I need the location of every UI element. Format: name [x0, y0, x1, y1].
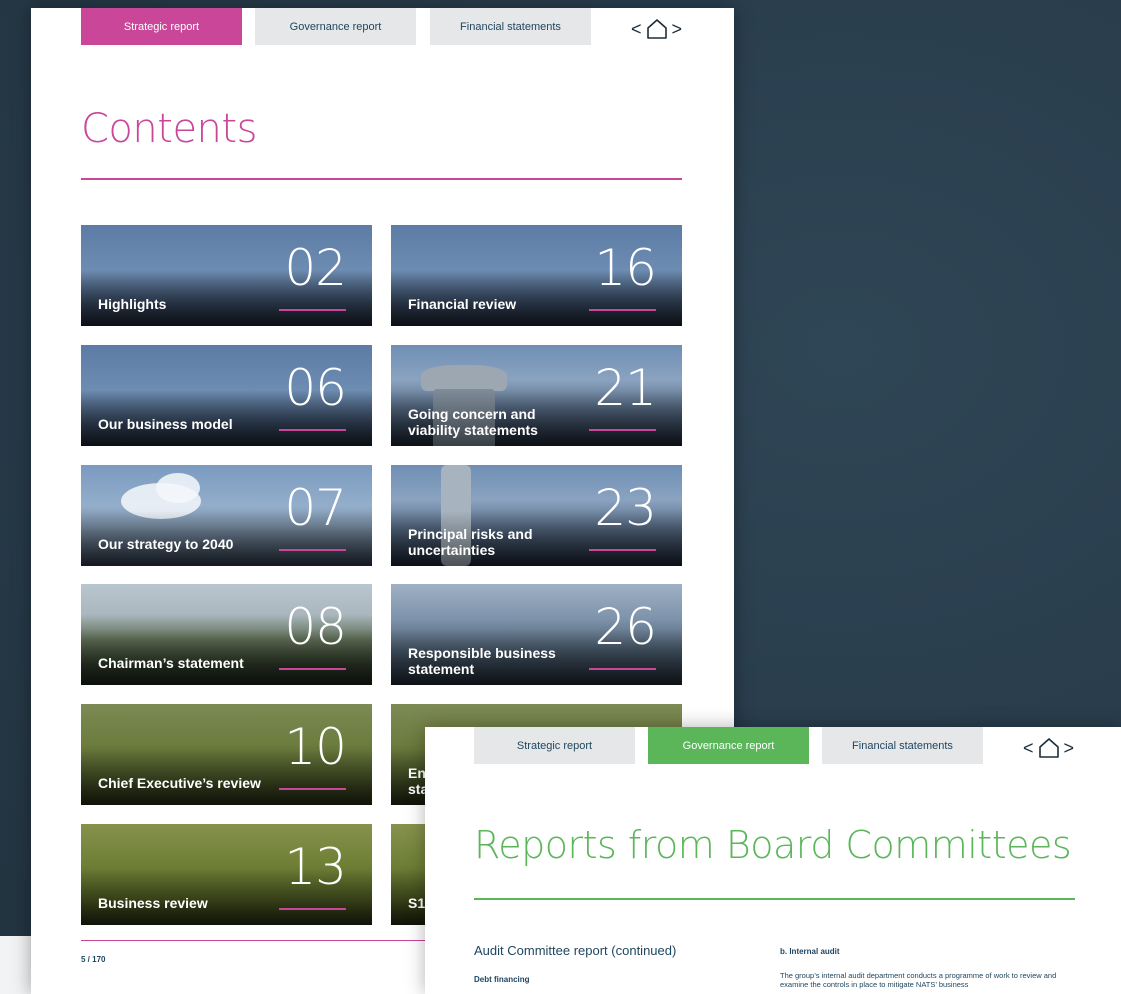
tile-number-underline — [279, 908, 346, 910]
next-page-button[interactable]: > — [1064, 739, 1075, 757]
tile-number-underline — [279, 668, 346, 670]
tile-number-underline — [589, 429, 656, 431]
contents-tile-highlights[interactable]: 02 Highlights — [81, 225, 372, 326]
tile-number-underline — [279, 309, 346, 311]
contents-tile-business-review[interactable]: 13 Business review — [81, 824, 372, 925]
tile-page-number: 07 — [284, 479, 347, 537]
contents-tile-responsible-business[interactable]: 26 Responsible business statement — [391, 584, 682, 685]
right-column-heading: b. Internal audit — [780, 947, 840, 956]
page-nav: < > — [1023, 737, 1074, 759]
contents-tile-principal-risks[interactable]: 23 Principal risks and uncertainties — [391, 465, 682, 566]
contents-tile-strategy[interactable]: 07 Our strategy to 2040 — [81, 465, 372, 566]
contents-tile-business-model[interactable]: 06 Our business model — [81, 345, 372, 446]
tile-label: Principal risks and uncertainties — [408, 526, 533, 558]
subheading: Debt financing — [474, 975, 530, 984]
contents-tile-going-concern[interactable]: 21 Going concern and viability statement… — [391, 345, 682, 446]
home-icon[interactable] — [1037, 737, 1061, 759]
tab-governance-report[interactable]: Governance report — [648, 727, 809, 764]
tile-page-number: 23 — [594, 479, 657, 537]
tile-page-number: 26 — [594, 598, 657, 656]
tile-label: Chief Executive’s review — [98, 774, 261, 791]
tile-label: Our strategy to 2040 — [98, 535, 234, 552]
tile-label: Responsible business statement — [408, 645, 556, 677]
tile-page-number: 02 — [284, 239, 347, 297]
tile-page-number: 06 — [284, 359, 347, 417]
tile-label: Financial review — [408, 295, 517, 312]
title-divider — [474, 898, 1075, 900]
tile-label: Chairman’s statement — [98, 654, 244, 671]
tile-page-number: 10 — [284, 718, 347, 776]
prev-page-button[interactable]: < — [1023, 739, 1034, 757]
tile-number-underline — [589, 668, 656, 670]
title-divider — [81, 178, 682, 180]
tile-page-number: 21 — [594, 359, 657, 417]
tile-page-number: 13 — [284, 838, 347, 896]
tile-number-underline — [589, 549, 656, 551]
section-heading: Audit Committee report (continued) — [474, 943, 677, 958]
home-icon[interactable] — [645, 18, 669, 40]
tab-governance-report[interactable]: Governance report — [255, 8, 416, 45]
tab-financial-statements[interactable]: Financial statements — [430, 8, 591, 45]
tile-page-number: 16 — [594, 239, 657, 297]
page-nav: < > — [631, 18, 682, 40]
tile-number-underline — [589, 309, 656, 311]
tile-label: Our business model — [98, 415, 233, 432]
tile-number-underline — [279, 549, 346, 551]
tile-page-number: 08 — [284, 598, 347, 656]
tile-label: S1 — [408, 894, 426, 911]
page-title: Reports from Board Committees — [474, 823, 1072, 867]
board-committees-page: Strategic report Governance report Finan… — [425, 727, 1121, 994]
tile-number-underline — [279, 788, 346, 790]
tile-label: Highlights — [98, 295, 167, 312]
tile-number-underline — [279, 429, 346, 431]
tab-financial-statements[interactable]: Financial statements — [822, 727, 983, 764]
tile-label: Business review — [98, 894, 208, 911]
next-page-button[interactable]: > — [672, 20, 683, 38]
right-column-body: The group’s internal audit department co… — [780, 971, 1057, 990]
page-number: 5 / 170 — [81, 955, 106, 964]
contents-tile-financial-review[interactable]: 16 Financial review — [391, 225, 682, 326]
contents-tile-chairman[interactable]: 08 Chairman’s statement — [81, 584, 372, 685]
tab-strategic-report[interactable]: Strategic report — [81, 8, 242, 45]
tab-strategic-report[interactable]: Strategic report — [474, 727, 635, 764]
prev-page-button[interactable]: < — [631, 20, 642, 38]
contents-tile-chief-executive[interactable]: 10 Chief Executive’s review — [81, 704, 372, 805]
page-title: Contents — [81, 106, 257, 152]
tile-label: Going concern and viability statements — [408, 406, 538, 438]
